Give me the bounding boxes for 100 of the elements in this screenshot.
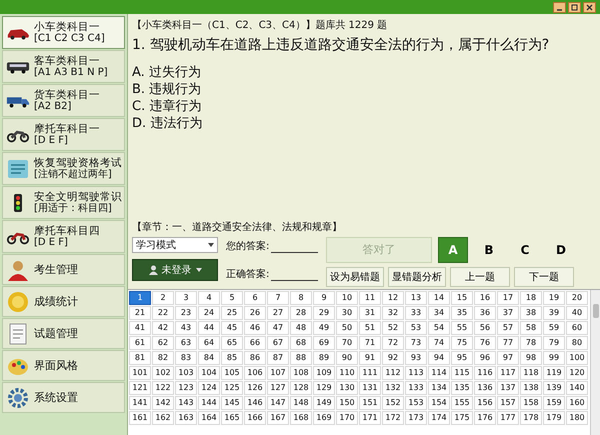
question-number-cell[interactable]: 125 [221, 380, 243, 395]
question-number-cell[interactable]: 160 [566, 396, 588, 410]
question-number-cell[interactable]: 113 [405, 366, 427, 380]
question-number-cell[interactable]: 84 [198, 350, 220, 365]
question-number-cell[interactable]: 33 [405, 306, 427, 320]
question-number-cell[interactable]: 87 [267, 350, 289, 365]
question-number-cell[interactable]: 88 [290, 350, 312, 365]
question-number-cell[interactable]: 178 [520, 410, 542, 425]
question-number-cell[interactable]: 169 [313, 410, 335, 425]
question-number-cell[interactable]: 177 [497, 410, 519, 425]
question-number-cell[interactable]: 71 [359, 336, 381, 350]
question-number-cell[interactable]: 51 [359, 320, 381, 335]
question-number-cell[interactable]: 34 [428, 306, 450, 320]
sidebar-item[interactable]: 客车类科目一 [A1 A3 B1 N P] [2, 50, 125, 83]
question-number-cell[interactable]: 120 [566, 366, 588, 380]
question-number-cell[interactable]: 141 [129, 396, 151, 410]
question-number-cell[interactable]: 103 [175, 366, 197, 380]
question-number-cell[interactable]: 140 [566, 380, 588, 395]
question-number-cell[interactable]: 150 [336, 396, 358, 410]
question-number-cell[interactable]: 28 [290, 306, 312, 320]
question-number-cell[interactable]: 47 [267, 320, 289, 335]
question-number-cell[interactable]: 10 [336, 290, 358, 305]
question-number-cell[interactable]: 25 [221, 306, 243, 320]
question-number-cell[interactable]: 119 [543, 366, 565, 380]
question-number-cell[interactable]: 163 [175, 410, 197, 425]
sidebar-item[interactable]: 小车类科目一 [C1 C2 C3 C4] [2, 16, 125, 49]
question-number-cell[interactable]: 20 [566, 290, 588, 305]
sidebar-item[interactable]: 考生管理 [2, 254, 125, 285]
question-number-cell[interactable]: 133 [405, 380, 427, 395]
question-number-cell[interactable]: 21 [129, 306, 151, 320]
question-number-cell[interactable]: 102 [152, 366, 174, 380]
sidebar-item[interactable]: 试题管理 [2, 318, 125, 349]
question-number-cell[interactable]: 73 [405, 336, 427, 350]
question-number-cell[interactable]: 56 [474, 320, 496, 335]
question-number-cell[interactable]: 30 [336, 306, 358, 320]
sidebar-item[interactable]: 货车类科目一 [A2 B2] [2, 84, 125, 117]
sidebar-item[interactable]: 安全文明驾驶常识 [用适于：科目四] [2, 186, 125, 219]
question-number-cell[interactable]: 138 [520, 380, 542, 395]
question-number-cell[interactable]: 6 [244, 290, 266, 305]
question-number-cell[interactable]: 117 [497, 366, 519, 380]
action-button[interactable]: 上一题 [450, 266, 510, 287]
question-number-cell[interactable]: 93 [405, 350, 427, 365]
question-number-cell[interactable]: 114 [428, 366, 450, 380]
question-number-cell[interactable]: 106 [244, 366, 266, 380]
question-number-cell[interactable]: 45 [221, 320, 243, 335]
question-number-cell[interactable]: 86 [244, 350, 266, 365]
question-number-cell[interactable]: 7 [267, 290, 289, 305]
question-number-cell[interactable]: 137 [497, 380, 519, 395]
question-number-cell[interactable]: 142 [152, 396, 174, 410]
question-number-cell[interactable]: 148 [290, 396, 312, 410]
question-number-cell[interactable]: 107 [267, 366, 289, 380]
question-number-cell[interactable]: 16 [474, 290, 496, 305]
question-number-cell[interactable]: 174 [428, 410, 450, 425]
question-number-cell[interactable]: 98 [520, 350, 542, 365]
question-number-cell[interactable]: 139 [543, 380, 565, 395]
question-number-cell[interactable]: 76 [474, 336, 496, 350]
question-number-cell[interactable]: 9 [313, 290, 335, 305]
question-number-cell[interactable]: 167 [267, 410, 289, 425]
question-number-cell[interactable]: 79 [543, 336, 565, 350]
question-number-cell[interactable]: 122 [152, 380, 174, 395]
question-number-cell[interactable]: 29 [313, 306, 335, 320]
question-number-cell[interactable]: 147 [267, 396, 289, 410]
action-button[interactable]: 显错题分析 [388, 266, 446, 287]
question-number-cell[interactable]: 66 [244, 336, 266, 350]
question-number-cell[interactable]: 128 [290, 380, 312, 395]
question-number-cell[interactable]: 121 [129, 380, 151, 395]
question-number-cell[interactable]: 130 [336, 380, 358, 395]
question-number-cell[interactable]: 43 [175, 320, 197, 335]
question-number-cell[interactable]: 173 [405, 410, 427, 425]
question-number-cell[interactable]: 12 [382, 290, 404, 305]
question-number-cell[interactable]: 72 [382, 336, 404, 350]
question-number-cell[interactable]: 2 [152, 290, 174, 305]
question-number-cell[interactable]: 81 [129, 350, 151, 365]
question-number-cell[interactable]: 165 [221, 410, 243, 425]
question-number-cell[interactable]: 36 [474, 306, 496, 320]
question-number-cell[interactable]: 70 [336, 336, 358, 350]
question-number-cell[interactable]: 82 [152, 350, 174, 365]
question-number-cell[interactable]: 55 [451, 320, 473, 335]
question-number-cell[interactable]: 162 [152, 410, 174, 425]
answer-choice-button[interactable]: B [474, 236, 504, 263]
question-number-cell[interactable]: 180 [566, 410, 588, 425]
question-number-cell[interactable]: 146 [244, 396, 266, 410]
question-number-cell[interactable]: 64 [198, 336, 220, 350]
question-number-cell[interactable]: 161 [129, 410, 151, 425]
question-number-cell[interactable]: 57 [497, 320, 519, 335]
question-number-cell[interactable]: 166 [244, 410, 266, 425]
question-number-cell[interactable]: 63 [175, 336, 197, 350]
sidebar-item[interactable]: 摩托车科目四 [D E F] [2, 220, 125, 253]
question-number-cell[interactable]: 89 [313, 350, 335, 365]
question-number-cell[interactable]: 99 [543, 350, 565, 365]
question-number-cell[interactable]: 61 [129, 336, 151, 350]
question-number-cell[interactable]: 100 [566, 350, 588, 365]
question-number-cell[interactable]: 153 [405, 396, 427, 410]
question-number-cell[interactable]: 90 [336, 350, 358, 365]
question-number-cell[interactable]: 53 [405, 320, 427, 335]
question-number-cell[interactable]: 172 [382, 410, 404, 425]
mode-dropdown[interactable]: 学习模式 [132, 236, 218, 253]
question-number-cell[interactable]: 152 [382, 396, 404, 410]
question-number-cell[interactable]: 83 [175, 350, 197, 365]
question-number-cell[interactable]: 94 [428, 350, 450, 365]
